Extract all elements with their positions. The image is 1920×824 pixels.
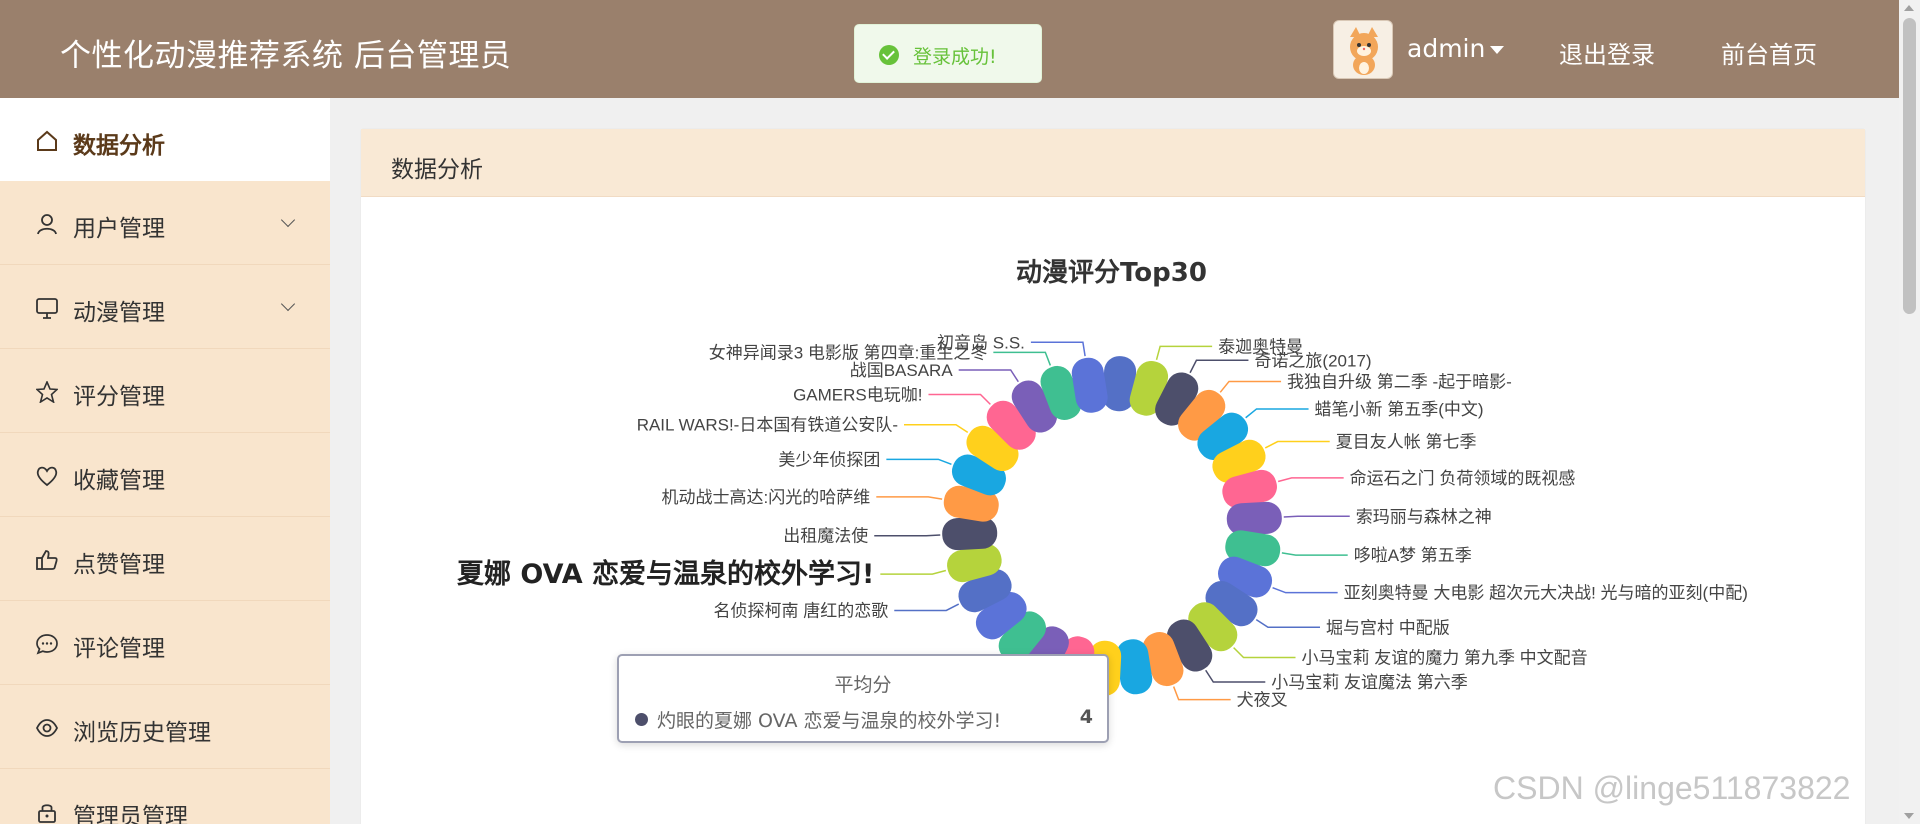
label-leader-line xyxy=(876,496,943,500)
label-leader-line xyxy=(1264,440,1330,449)
tooltip-item-value: 4 xyxy=(1079,706,1093,728)
label-leader-line xyxy=(1272,586,1338,594)
label-leader-line xyxy=(904,423,969,433)
scroll-down-arrow-icon[interactable] xyxy=(1904,813,1914,819)
page-scrollbar[interactable] xyxy=(1899,0,1920,824)
series-dot-icon xyxy=(635,713,648,726)
chart-category-label: 亚刻奥特曼 大电影 超次元大决战! 光与暗的亚刻(中配) xyxy=(1344,584,1748,603)
chart-category-label: 夏娜 OVA 恋爱与温泉的校外学习! xyxy=(457,558,874,590)
chart-tooltip: 平均分 灼眼的夏娜 OVA 恋爱与温泉的校外学习! 4 xyxy=(617,654,1109,743)
chart-category-label: 小马宝莉 友谊的魔力 第九季 中文配音 xyxy=(1302,649,1588,668)
label-leader-line xyxy=(874,534,941,537)
label-leader-line xyxy=(1155,345,1213,361)
chart-category-label: 犬夜叉 xyxy=(1237,691,1288,710)
chart-category-label: 名侦探柯南 唐红的恋歌 xyxy=(714,600,889,620)
chart-bar-shape[interactable] xyxy=(1226,501,1283,536)
chart-category-label: 美少年侦探团 xyxy=(778,450,880,469)
label-leader-line xyxy=(958,369,1019,383)
chart-category-label: 蜡笔小新 第五季(中文) xyxy=(1315,400,1484,419)
label-leader-line xyxy=(1205,669,1266,683)
label-leader-line xyxy=(1277,477,1344,483)
scroll-up-arrow-icon[interactable] xyxy=(1904,5,1914,11)
chart-category-label: GAMERS电玩咖! xyxy=(793,385,922,404)
chart-category-label: 哆啦A梦 第五季 xyxy=(1354,546,1472,565)
watermark: CSDN @linge511873822 xyxy=(1493,770,1851,806)
chart-category-label: 我独自升级 第二季 -起于暗影- xyxy=(1287,372,1512,391)
label-leader-line xyxy=(1189,359,1249,374)
tooltip-title: 平均分 xyxy=(834,674,892,696)
chart-category-label: 奇诺之旅(2017) xyxy=(1254,351,1371,370)
chart-category-label: 小马宝莉 友谊魔法 第六季 xyxy=(1271,673,1467,692)
label-leader-line xyxy=(1283,515,1350,518)
chart-bar-shape[interactable] xyxy=(941,516,998,551)
chart-category-label: 夏目友人帐 第七季 xyxy=(1336,433,1477,452)
label-leader-line xyxy=(928,393,991,405)
label-leader-line xyxy=(1219,380,1282,393)
label-leader-line xyxy=(1281,552,1348,556)
chart-category-label: 出租魔法使 xyxy=(783,526,868,546)
chart-category-label: 战国BASARA xyxy=(850,361,954,380)
label-leader-line xyxy=(1233,647,1296,659)
chart-category-label: 机动战士高达:闪光的哈萨维 xyxy=(662,488,871,507)
tooltip-item-name: 灼眼的夏娜 OVA 恋爱与温泉的校外学习! xyxy=(657,710,1002,732)
label-leader-line xyxy=(1172,686,1231,701)
label-leader-line xyxy=(880,569,947,575)
chart-category-label: 命运石之门 负荷领域的既视感 xyxy=(1350,469,1576,488)
label-leader-line xyxy=(1245,408,1309,419)
label-leader-line xyxy=(993,351,1052,366)
chart-category-label: RAIL WARS!-日本国有铁道公安队- xyxy=(637,416,898,435)
label-leader-line xyxy=(886,458,952,466)
chart-category-label: 堀与宫村 中配版 xyxy=(1326,618,1450,637)
chart-category-label: 索玛丽与森林之神 xyxy=(1356,507,1492,526)
chart-bar[interactable] xyxy=(1226,501,1283,536)
scrollbar-thumb[interactable] xyxy=(1903,18,1916,314)
label-leader-line xyxy=(894,603,960,612)
chart-bar[interactable] xyxy=(941,516,998,551)
chart-category-label: 初音岛 S.S. xyxy=(937,333,1025,352)
label-leader-line xyxy=(1030,341,1086,357)
label-leader-line xyxy=(1255,619,1320,629)
